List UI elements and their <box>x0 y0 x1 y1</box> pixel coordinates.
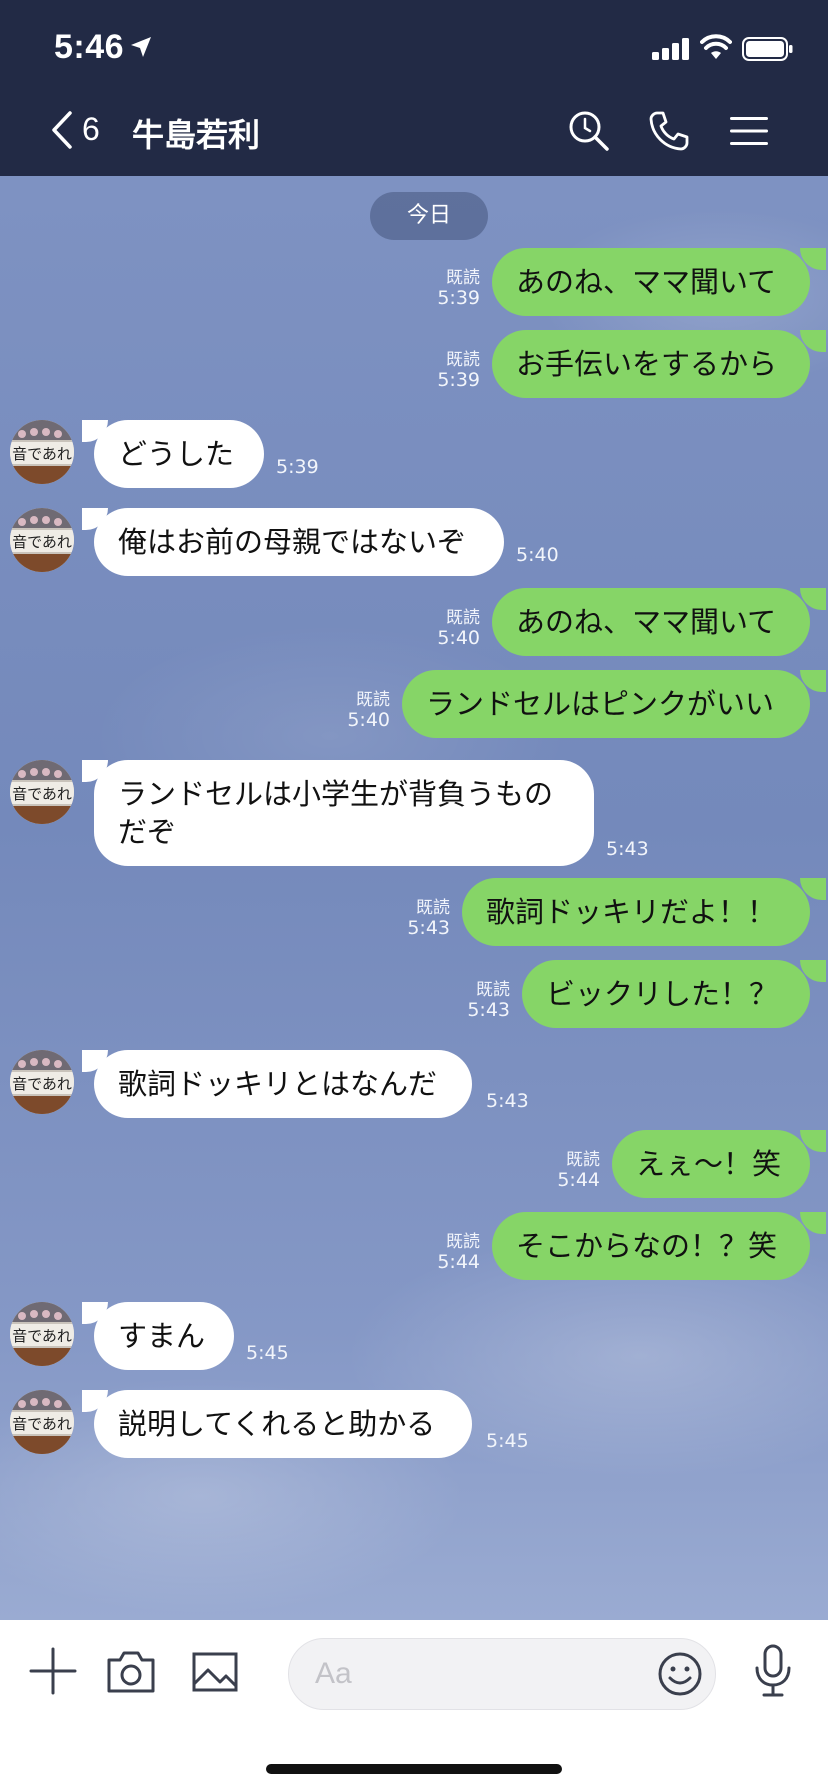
message-input-bar: Aa <box>0 1620 828 1792</box>
outgoing-message[interactable]: 歌詞ドッキリだよ！！ <box>462 878 810 946</box>
camera-icon[interactable] <box>106 1650 156 1694</box>
chat-title: 牛島若利 <box>132 116 261 154</box>
message-time: 5:39 <box>276 456 319 478</box>
svg-text:音であれ: 音であれ <box>12 533 72 551</box>
phone-call-icon[interactable] <box>648 110 690 152</box>
location-arrow-icon <box>131 37 151 57</box>
outgoing-message[interactable]: あのね、ママ聞いて <box>492 588 810 656</box>
chat-header: 5:46 6 牛島若利 <box>0 0 828 176</box>
avatar[interactable]: 音であれ <box>10 760 74 824</box>
message-time: 5:40 <box>516 544 559 566</box>
outgoing-message[interactable]: お手伝いをするから <box>492 330 810 398</box>
svg-text:音であれ: 音であれ <box>12 1415 72 1433</box>
outgoing-message[interactable]: そこからなの！？笑 <box>492 1212 810 1280</box>
avatar[interactable]: 音であれ <box>10 1050 74 1114</box>
outgoing-message[interactable]: えぇ〜！笑 <box>612 1130 810 1198</box>
avatar-image: 音であれ <box>10 420 74 484</box>
message-time: 5:45 <box>486 1430 529 1452</box>
unread-count[interactable]: 6 <box>82 111 100 148</box>
search-icon[interactable] <box>568 110 610 152</box>
message-time: 5:43 <box>606 838 649 860</box>
read-receipt: 既読 5:43 <box>467 980 510 1021</box>
incoming-message[interactable]: 俺はお前の母親ではないぞ <box>94 508 504 576</box>
svg-text:音であれ: 音であれ <box>12 1075 72 1093</box>
read-receipt: 既読 5:39 <box>437 268 480 309</box>
read-receipt: 既読 5:44 <box>437 1232 480 1273</box>
incoming-message[interactable]: どうした <box>94 420 264 488</box>
microphone-icon[interactable] <box>752 1644 794 1698</box>
avatar[interactable]: 音であれ <box>10 420 74 484</box>
avatar-image: 音であれ <box>10 1302 74 1366</box>
avatar-image: 音であれ <box>10 760 74 824</box>
back-chevron-icon[interactable] <box>50 110 74 150</box>
outgoing-message[interactable]: あのね、ママ聞いて <box>492 248 810 316</box>
avatar-image: 音であれ <box>10 1050 74 1114</box>
incoming-message[interactable]: ランドセルは小学生が背負うものだぞ <box>94 760 594 866</box>
wifi-icon <box>700 34 732 59</box>
date-separator: 今日 <box>370 192 488 240</box>
read-receipt: 既読 5:44 <box>557 1150 600 1191</box>
message-time: 5:43 <box>486 1090 529 1112</box>
avatar[interactable]: 音であれ <box>10 1302 74 1366</box>
read-receipt: 既読 5:40 <box>437 608 480 649</box>
incoming-message[interactable]: 歌詞ドッキリとはなんだ <box>94 1050 472 1118</box>
cellular-signal-icon <box>652 38 689 60</box>
avatar-image: 音であれ <box>10 508 74 572</box>
read-receipt: 既読 5:40 <box>347 690 390 731</box>
plus-icon[interactable] <box>28 1646 78 1696</box>
avatar[interactable]: 音であれ <box>10 1390 74 1454</box>
outgoing-message[interactable]: ランドセルはピンクがいい <box>402 670 810 738</box>
message-input-placeholder: Aa <box>315 1657 352 1690</box>
message-input[interactable]: Aa <box>288 1638 716 1710</box>
svg-text:音であれ: 音であれ <box>12 1327 72 1345</box>
emoji-icon[interactable] <box>657 1651 703 1697</box>
outgoing-message[interactable]: ビックリした！？ <box>522 960 810 1028</box>
menu-icon[interactable] <box>730 116 768 146</box>
home-indicator <box>266 1764 562 1774</box>
incoming-message[interactable]: 説明してくれると助かる <box>94 1390 472 1458</box>
avatar[interactable]: 音であれ <box>10 508 74 572</box>
read-receipt: 既読 5:39 <box>437 350 480 391</box>
avatar-image: 音であれ <box>10 1390 74 1454</box>
read-receipt: 既読 5:43 <box>407 898 450 939</box>
message-time: 5:45 <box>246 1342 289 1364</box>
svg-text:音であれ: 音であれ <box>12 785 72 803</box>
battery-icon <box>742 37 793 61</box>
incoming-message[interactable]: すまん <box>94 1302 234 1370</box>
svg-text:音であれ: 音であれ <box>12 445 72 463</box>
image-icon[interactable] <box>192 1652 238 1692</box>
chat-area[interactable]: 今日 既読 5:39 あのね、ママ聞いて 既読 5:39 お手伝いをするから 音であ… <box>0 176 828 1620</box>
status-time: 5:46 <box>54 28 125 66</box>
